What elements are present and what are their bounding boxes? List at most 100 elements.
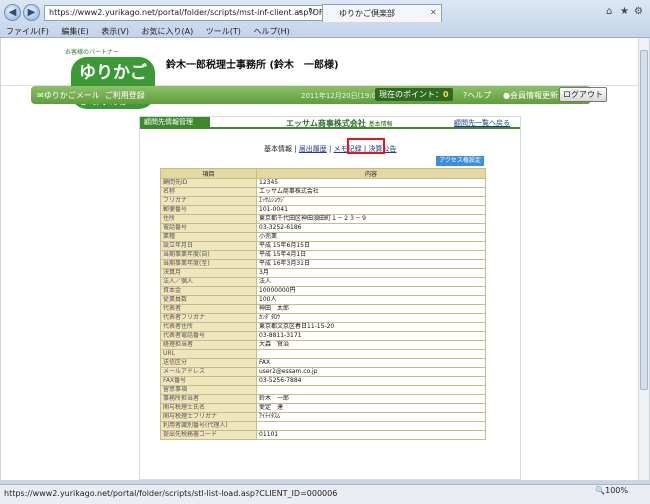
row-value: 10000000円 <box>256 286 486 296</box>
menu-file[interactable]: ファイル(F) <box>6 27 49 36</box>
row-value: user2@essam.co.jp <box>256 367 486 377</box>
tab-yurikago[interactable]: ゆりかご倶楽部 <box>322 4 442 22</box>
table-row: 代表者住所 東京都文京区春日11-15-20 <box>160 322 486 332</box>
scroll-thumb[interactable] <box>640 50 648 390</box>
table-row: 顧問先ID 12345 <box>160 178 486 188</box>
menu-tools[interactable]: ツール(T) <box>206 27 241 36</box>
row-label: メールアドレス <box>160 367 257 377</box>
back-icon[interactable]: ◀ <box>4 4 21 21</box>
table-row: 電話番号 03-3252-6186 <box>160 223 486 233</box>
refresh-icon[interactable]: ↻ <box>308 7 316 17</box>
row-label: 資本金 <box>160 286 257 296</box>
register-link[interactable]: ご利用登録 <box>105 91 145 100</box>
row-label: 利用者識別番号(代理人) <box>160 421 257 431</box>
vertical-scrollbar[interactable] <box>638 38 649 480</box>
gear-icon[interactable]: ⚙ <box>634 6 643 17</box>
menu-help[interactable]: ヘルプ(H) <box>253 27 289 36</box>
tab-history[interactable]: 届出履歴 <box>299 145 327 153</box>
row-value: 平成 15年4月1日 <box>256 250 486 260</box>
page-viewport: お客様のパートナー ゆりかご倶楽部 鈴木一郎税理士事務所 (鈴木 一郎様) ✉ゆ… <box>1 38 649 480</box>
row-label: URL <box>160 349 257 359</box>
logout-button[interactable]: ログアウト <box>559 87 607 102</box>
menu-view[interactable]: 表示(V) <box>101 27 129 36</box>
client-detail-panel: 顧問先情報管理 エッサム商事株式会社 基本情報 顧問先一覧へ戻る 基本情報 | … <box>139 116 521 480</box>
zoom-level[interactable]: 🔍100% <box>595 486 628 495</box>
favorites-icon[interactable]: ★ <box>620 6 629 17</box>
table-row: 設立年月日 平成 15年6月15日 <box>160 241 486 251</box>
row-value <box>256 349 486 359</box>
row-value: 大森 賢治 <box>256 340 486 350</box>
row-value: 12345 <box>256 178 486 188</box>
header-content: 内容 <box>256 168 486 179</box>
table-row: 関与税理士フリガナ ｱｲﾃｲﾀｽﾑ <box>160 412 486 422</box>
row-label: 従業員数 <box>160 295 257 305</box>
row-value: 03-8811-3171 <box>256 331 486 341</box>
row-value: 01101 <box>256 430 486 440</box>
row-label: 経理担当者 <box>160 340 257 350</box>
help-link[interactable]: ?ヘルプ <box>463 90 491 101</box>
table-row: 決算月 3月 <box>160 268 486 278</box>
row-value: ｱｲﾃｲﾀｽﾑ <box>256 412 486 422</box>
address-bar[interactable]: https://www2.yurikago.net/portal/folder/… <box>44 5 334 21</box>
table-header-row: 項目 内容 <box>160 168 486 179</box>
tab-basic-info[interactable]: 基本情報 <box>264 145 292 153</box>
table-row: 従業員数 100人 <box>160 295 486 305</box>
table-row: 事務所担当者 鈴木 一郎 <box>160 394 486 404</box>
row-label: フリガナ <box>160 196 257 206</box>
logo-tagline: お客様のパートナー <box>65 49 120 56</box>
forward-icon[interactable]: ▶ <box>23 4 40 21</box>
table-row: 郵便番号 101-0041 <box>160 205 486 215</box>
table-row: 留意事項 <box>160 385 486 395</box>
table-row: 法人／個人 法人 <box>160 277 486 287</box>
table-row: 代表者フリガナ ｶﾝﾀﾞﾀﾛｳ <box>160 313 486 323</box>
row-label: 郵便番号 <box>160 205 257 215</box>
table-row: 名称 エッサム商事株式会社 <box>160 187 486 197</box>
row-value: FAX <box>256 358 486 368</box>
mail-link[interactable]: ✉ゆりかごメール ご利用登録 <box>37 90 145 101</box>
row-value: 東京都文京区春日11-15-20 <box>256 322 486 332</box>
row-value: 100人 <box>256 295 486 305</box>
search-icon[interactable]: ⌕ <box>298 7 303 17</box>
header-item: 項目 <box>160 168 257 179</box>
highlight-box <box>347 138 385 154</box>
row-value: 03-5256-7884 <box>256 376 486 386</box>
row-label: 提出先税務署コード <box>160 430 257 440</box>
access-settings-button[interactable]: アクセス権設定 <box>436 156 484 166</box>
points-badge: 現在のポイント：0 <box>375 88 453 101</box>
row-label: 当期事業年度(自) <box>160 250 257 260</box>
row-value: 平成 15年6月15日 <box>256 241 486 251</box>
row-label: 代表者 <box>160 304 257 314</box>
table-row: フリガナ ｴｯｻﾑｼｮｳｼﾞ <box>160 196 486 206</box>
table-row: 提出先税務署コード 01101 <box>160 430 486 440</box>
update-profile-link[interactable]: ●会員情報更新 <box>503 90 558 101</box>
row-label: 顧問先ID <box>160 178 257 188</box>
row-value: エッサム商事株式会社 <box>256 187 486 197</box>
site-logo[interactable]: お客様のパートナー ゆりかご倶楽部 <box>35 44 155 109</box>
table-row: 業種 小売業 <box>160 232 486 242</box>
table-row: 資本金 10000000円 <box>160 286 486 296</box>
row-value: 平成 16年3月31日 <box>256 259 486 269</box>
status-bar: https://www2.yurikago.net/portal/folder/… <box>0 484 650 504</box>
table-row: 送信区分 FAX <box>160 358 486 368</box>
table-row: URL <box>160 349 486 359</box>
row-value: 法人 <box>256 277 486 287</box>
menu-favorites[interactable]: お気に入り(A) <box>142 27 194 36</box>
close-tab-icon[interactable]: ✕ <box>430 8 437 17</box>
menu-edit[interactable]: 編集(E) <box>61 27 88 36</box>
row-value: 03-3252-6186 <box>256 223 486 233</box>
row-label: FAX番号 <box>160 376 257 386</box>
back-to-list-link[interactable]: 顧問先一覧へ戻る <box>454 118 510 128</box>
row-value: 神田 太郎 <box>256 304 486 314</box>
datetime: 2011年12月20日(19:03) <box>301 92 384 100</box>
table-row: 当期事業年度(至) 平成 16年3月31日 <box>160 259 486 269</box>
row-value: 101-0041 <box>256 205 486 215</box>
row-value: 東京都千代田区神田須田町１－２３－９ <box>256 214 486 224</box>
table-row: 関与税理士氏名 愛定 達 <box>160 403 486 413</box>
home-icon[interactable]: ⌂ <box>606 6 612 17</box>
row-label: 代表者住所 <box>160 322 257 332</box>
row-label: 留意事項 <box>160 385 257 395</box>
row-value <box>256 385 486 395</box>
row-label: 代表者電話番号 <box>160 331 257 341</box>
browser-chrome: ◀ ▶ https://www2.yurikago.net/portal/fol… <box>0 0 650 38</box>
row-label: 関与税理士フリガナ <box>160 412 257 422</box>
